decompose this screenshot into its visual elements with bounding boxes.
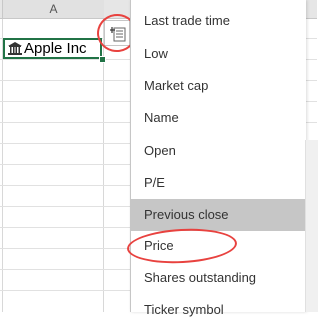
menu-item-last-trade-time[interactable]: Last trade time (131, 5, 306, 37)
menu-item-name[interactable]: Name (131, 102, 306, 134)
menu-item-pe[interactable]: P/E (131, 167, 306, 199)
column-header-a[interactable]: A (2, 0, 105, 18)
insert-data-menu: Last trade time Low Market cap Name Open… (130, 0, 306, 317)
menu-scrollbar[interactable] (305, 140, 318, 312)
fill-handle[interactable] (99, 56, 106, 63)
selected-cell[interactable]: Apple Inc (3, 38, 102, 59)
menu-item-open[interactable]: Open (131, 135, 306, 167)
menu-item-shares-outstanding[interactable]: Shares outstanding (131, 262, 306, 294)
cell-value: Apple Inc (24, 40, 87, 57)
menu-item-ticker-symbol[interactable]: Ticker symbol (131, 294, 306, 326)
menu-item-previous-close[interactable]: Previous close (131, 199, 306, 231)
menu-item-market-cap[interactable]: Market cap (131, 70, 306, 102)
bank-icon (8, 42, 22, 55)
menu-item-low[interactable]: Low (131, 38, 306, 70)
